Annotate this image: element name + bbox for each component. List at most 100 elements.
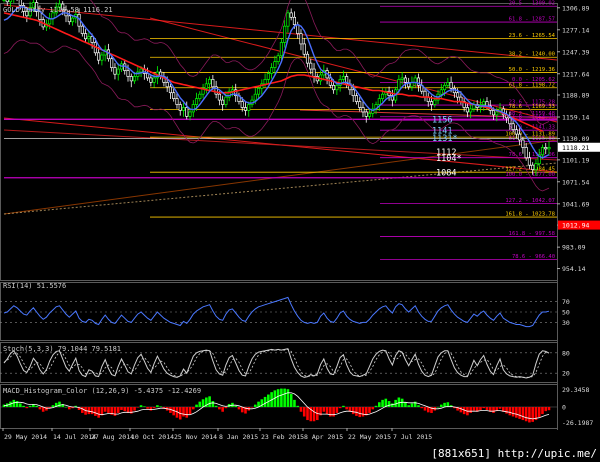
macd-histogram-bar	[364, 407, 368, 416]
candle-body	[152, 77, 156, 83]
candle-body	[491, 110, 496, 116]
candle-body	[364, 111, 368, 117]
macd-histogram-bar	[198, 401, 202, 407]
macd-histogram-bar	[410, 403, 414, 407]
macd-histogram-bar	[417, 405, 420, 407]
candle-body	[188, 111, 192, 117]
macd-histogram-bar	[397, 397, 401, 407]
candle-body	[270, 67, 274, 74]
x-axis-label: 14 Jul 2014	[53, 433, 96, 441]
candle-body	[168, 86, 172, 94]
main-chart-title: GOLD,Daily 1116.58 1116.21	[3, 6, 113, 14]
x-axis-label: 22 May 2015	[348, 433, 391, 441]
candle-body	[8, 0, 13, 3]
macd-histogram-bar	[283, 388, 286, 407]
macd-histogram-bar	[58, 401, 61, 407]
macd-histogram-bar	[289, 393, 293, 407]
macd-histogram-bar	[485, 407, 489, 410]
candle-body	[305, 53, 310, 64]
macd-histogram-bar	[306, 407, 309, 421]
macd-histogram-bar	[253, 404, 257, 407]
candle-body	[5, 0, 9, 3]
price-axis-label: 1188.89	[562, 92, 589, 100]
candle-body	[113, 67, 117, 75]
macd-histogram-bar	[263, 396, 267, 407]
fib-level-label: 161.8 - 997.58	[509, 231, 555, 237]
candle-body	[67, 15, 71, 23]
macd-histogram-bar	[25, 407, 29, 409]
x-axis-label: 7 Jul 2015	[393, 433, 432, 441]
candle-body	[178, 104, 182, 111]
macd-histogram-bar	[511, 407, 515, 417]
price-level-label: 1131*	[432, 134, 458, 144]
macd-histogram-bar	[472, 407, 476, 411]
macd-histogram-bar	[537, 407, 541, 418]
macd-histogram-bar	[35, 405, 38, 407]
candle-body	[191, 104, 195, 113]
macd-histogram-bar	[541, 407, 544, 415]
candle-body	[110, 58, 114, 68]
macd-histogram-bar	[149, 407, 153, 411]
candle-body	[217, 93, 221, 101]
macd-axis-label: 29.3458	[562, 386, 589, 394]
macd-histogram-bar	[133, 407, 136, 411]
macd-histogram-bar	[293, 399, 296, 407]
candle-body	[279, 42, 283, 57]
price-axis-label: 1306.89	[562, 4, 589, 12]
macd-histogram-bar	[482, 407, 486, 409]
macd-histogram-bar	[423, 407, 427, 411]
fib-level-label: 61.8 - 1198.72	[509, 82, 555, 88]
macd-histogram-bar	[387, 401, 391, 407]
macd-histogram-bar	[123, 407, 127, 412]
candle-body	[521, 139, 525, 148]
candle-body	[534, 163, 538, 170]
macd-histogram-bar	[22, 405, 25, 407]
candle-body	[544, 147, 548, 150]
candle-body	[511, 123, 515, 131]
macd-histogram-bar	[81, 407, 84, 413]
candle-body	[97, 52, 101, 61]
candle-body	[208, 79, 212, 85]
macd-histogram-bar	[440, 404, 443, 407]
macd-histogram-bar	[400, 398, 404, 407]
candle-body	[139, 68, 143, 73]
x-axis-label: 29 May 2014	[4, 433, 47, 441]
price-level-label: 1156	[432, 115, 452, 125]
macd-histogram-bar	[188, 407, 192, 415]
candle-body	[194, 98, 199, 105]
macd-axis-label: 0	[562, 404, 566, 412]
macd-histogram-bar	[107, 407, 110, 413]
macd-histogram-bar	[146, 407, 149, 409]
macd-histogram-bar	[469, 407, 472, 413]
candle-body	[514, 129, 518, 135]
macd-histogram-bar	[211, 401, 215, 407]
macd-histogram-bar	[524, 407, 528, 422]
candle-body	[266, 73, 270, 80]
candle-body	[273, 61, 277, 68]
macd-histogram-bar	[361, 407, 365, 417]
stoch-axis-label: 80	[562, 349, 570, 357]
fib-level-label: 161.8 - 1023.78	[505, 212, 555, 218]
candle-body	[116, 68, 120, 75]
macd-histogram-bar	[152, 407, 156, 409]
candle-body	[456, 92, 460, 98]
x-axis-label: 8 Jan 2015	[219, 433, 258, 441]
candle-body	[309, 62, 313, 70]
macd-histogram-bar	[498, 407, 502, 409]
macd-histogram-bar	[159, 406, 162, 407]
candle-body	[253, 93, 257, 101]
macd-histogram-bar	[240, 407, 244, 413]
x-axis-label: 8 Apr 2015	[304, 433, 343, 441]
price-axis-label: 1071.54	[562, 178, 589, 186]
price-axis-label: 1101.19	[562, 156, 589, 164]
candle-body	[132, 76, 137, 82]
candle-body	[257, 87, 261, 95]
candle-body	[429, 101, 434, 105]
macd-histogram-bar	[51, 405, 55, 407]
macd-histogram-bar	[391, 403, 394, 407]
macd-histogram-bar	[302, 407, 306, 417]
macd-histogram-bar	[214, 405, 218, 407]
candle-body	[423, 90, 427, 98]
candle-body	[361, 107, 365, 113]
macd-histogram-bar	[335, 407, 339, 413]
